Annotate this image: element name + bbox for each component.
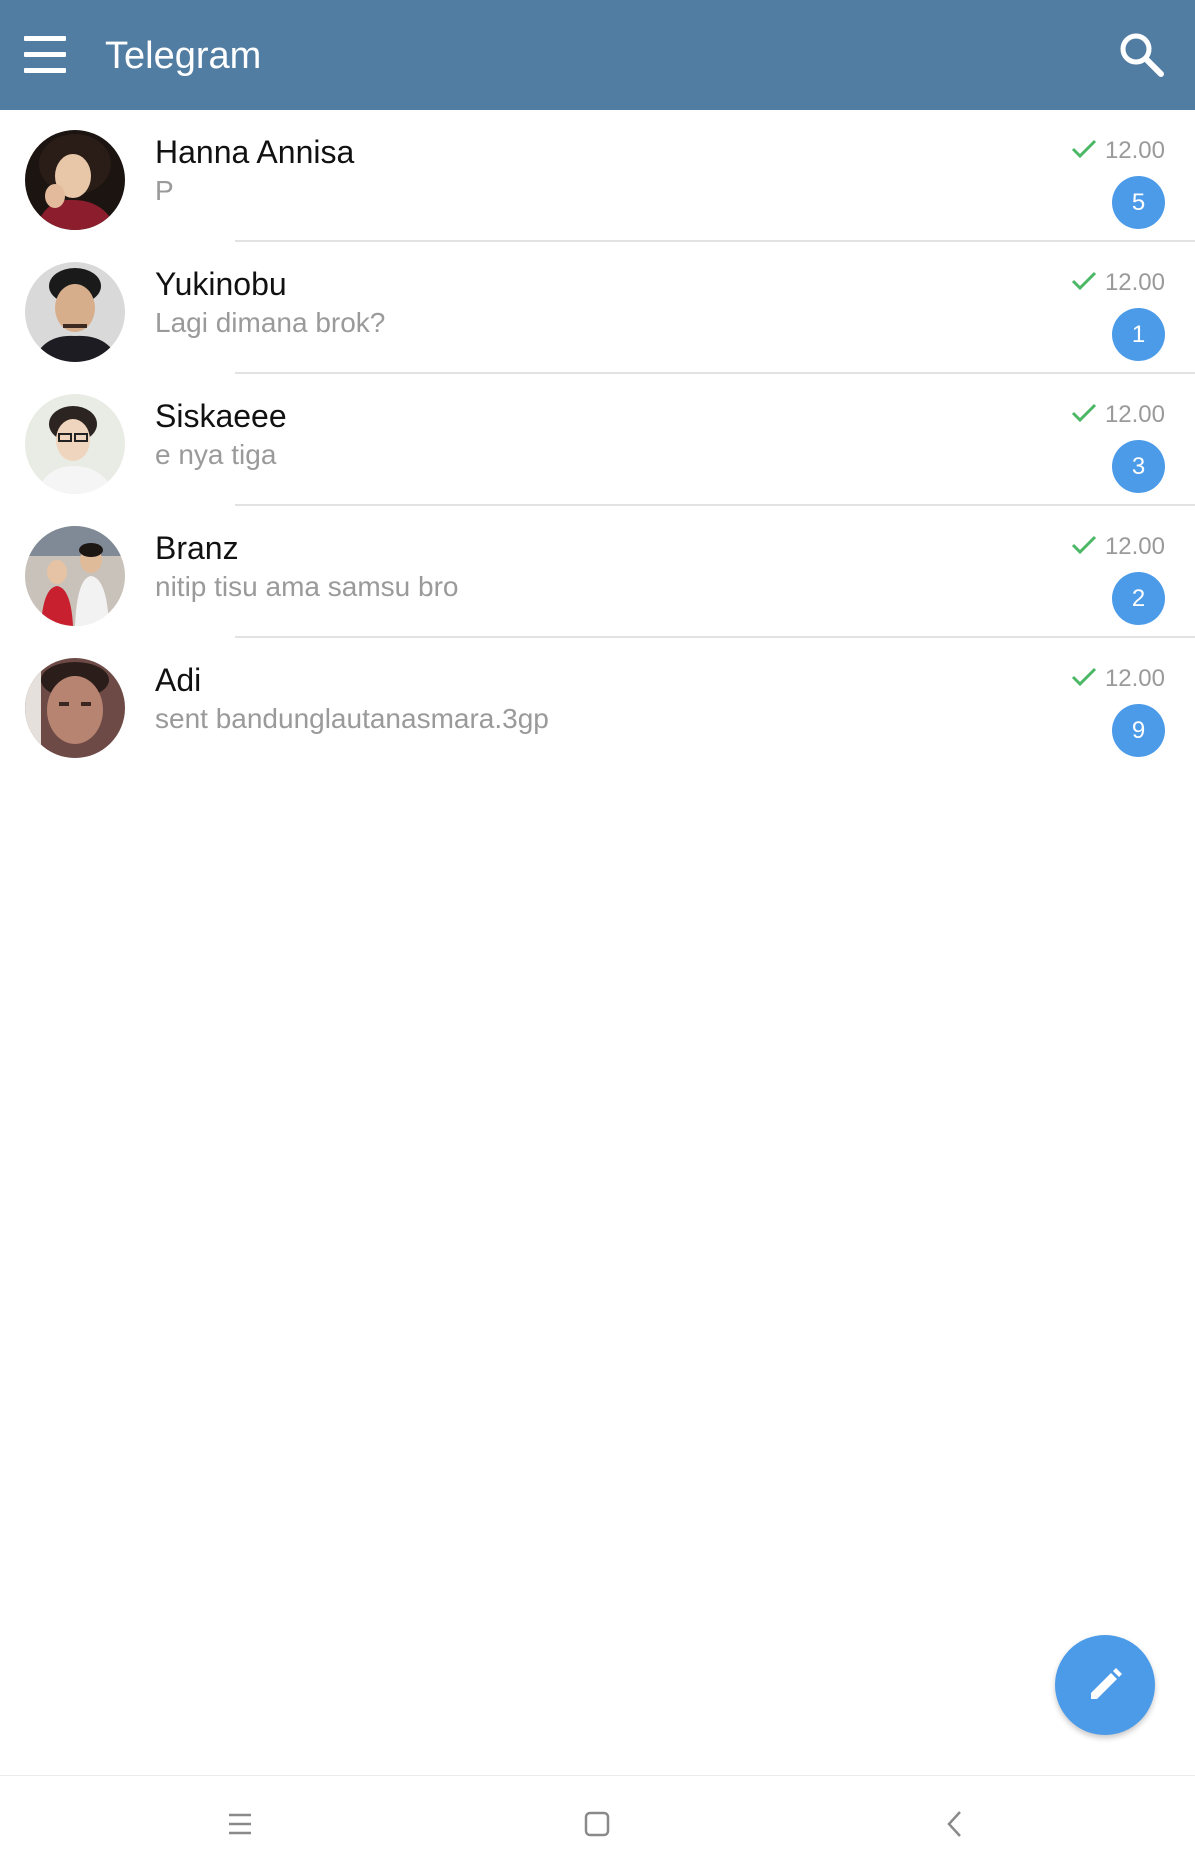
unread-badge: 1 — [1112, 308, 1165, 361]
chat-row[interactable]: Adi sent bandunglautanasmara.3gp 12.00 9 — [0, 638, 1195, 770]
check-icon — [1071, 535, 1097, 555]
chat-preview: Lagi dimana brok? — [155, 307, 386, 338]
chat-preview: nitip tisu ama samsu bro — [155, 571, 459, 602]
search-button[interactable] — [1115, 28, 1171, 84]
unread-badge: 9 — [1112, 704, 1165, 757]
recents-icon — [229, 1813, 251, 1835]
unread-badge: 3 — [1112, 440, 1165, 493]
back-icon — [947, 1811, 961, 1837]
chat-name: Siskaeee — [155, 398, 287, 434]
chat-time: 12.00 — [1104, 137, 1165, 164]
telegram-screen: Telegram Hanna Annisa P 12.00 5 Yukinobu… — [0, 0, 1195, 1870]
chat-time: 12.00 — [1104, 401, 1165, 428]
chat-row[interactable]: Hanna Annisa P 12.00 5 — [0, 110, 1195, 242]
compose-button[interactable] — [1055, 1635, 1155, 1735]
pencil-icon — [1091, 1668, 1122, 1699]
chat-name: Adi — [155, 662, 202, 698]
avatar[interactable] — [25, 526, 125, 626]
chat-time: 12.00 — [1104, 665, 1165, 692]
menu-button[interactable] — [12, 25, 78, 85]
chat-time: 12.00 — [1104, 269, 1165, 296]
chat-row[interactable]: Branz nitip tisu ama samsu bro 12.00 2 — [0, 506, 1195, 638]
system-nav-bar — [0, 1775, 1195, 1870]
chat-name: Yukinobu — [155, 266, 287, 302]
back-button[interactable] — [925, 1794, 985, 1854]
app-title: Telegram — [105, 35, 262, 77]
chat-row[interactable]: Yukinobu Lagi dimana brok? 12.00 1 — [0, 242, 1195, 374]
chat-name: Hanna Annisa — [155, 134, 355, 170]
home-icon — [584, 1811, 610, 1837]
check-icon — [1071, 403, 1097, 423]
check-icon — [1071, 271, 1097, 291]
chat-time: 12.00 — [1104, 533, 1165, 560]
search-icon — [1120, 33, 1164, 77]
chat-preview: e nya tiga — [155, 439, 277, 470]
home-button[interactable] — [567, 1794, 627, 1854]
avatar[interactable] — [25, 262, 125, 362]
chat-row[interactable]: Siskaeee e nya tiga 12.00 3 — [0, 374, 1195, 506]
unread-badge: 5 — [1112, 176, 1165, 229]
check-icon — [1071, 139, 1097, 159]
app-header: Telegram — [0, 0, 1195, 110]
chat-name: Branz — [155, 530, 239, 566]
check-icon — [1071, 667, 1097, 687]
avatar[interactable] — [25, 130, 125, 230]
chat-preview: P — [155, 175, 174, 206]
unread-badge: 2 — [1112, 572, 1165, 625]
avatar[interactable] — [25, 394, 125, 494]
recents-button[interactable] — [210, 1794, 270, 1854]
chat-list: Hanna Annisa P 12.00 5 Yukinobu Lagi dim… — [0, 110, 1195, 770]
avatar[interactable] — [25, 658, 125, 758]
chat-preview: sent bandunglautanasmara.3gp — [155, 703, 549, 734]
